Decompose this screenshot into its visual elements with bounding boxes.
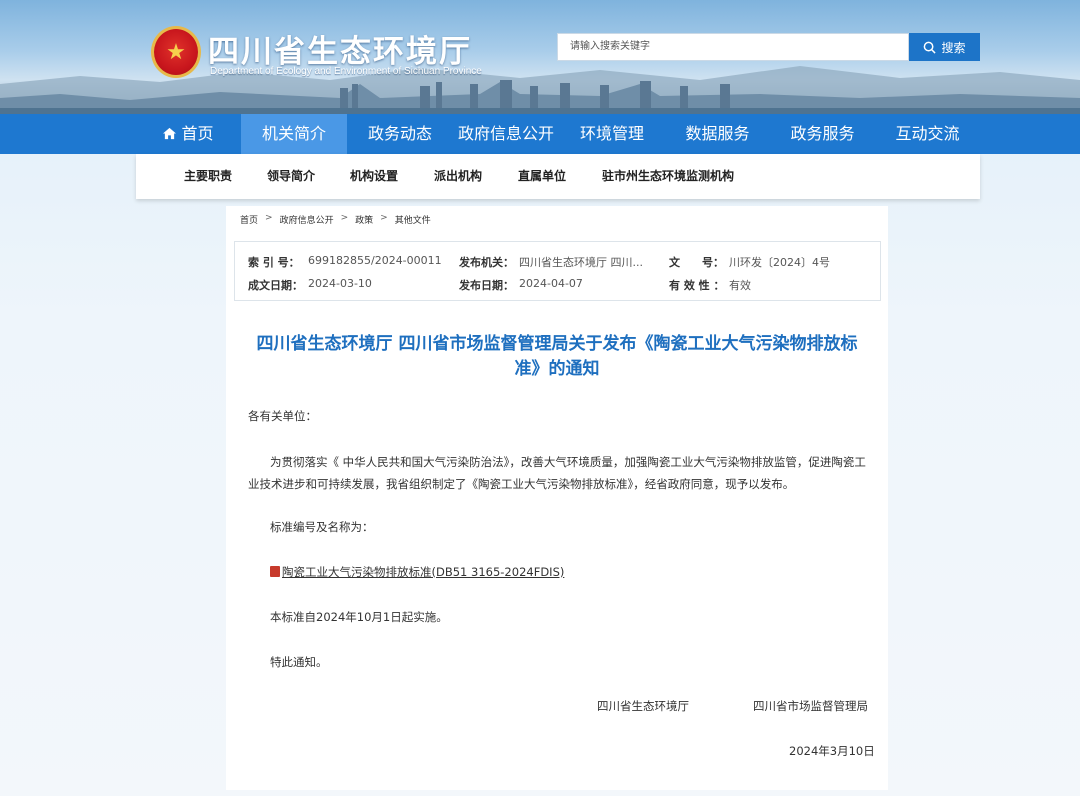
index-no-label: 索 引 号： [248, 256, 300, 269]
pdf-file-icon [270, 566, 280, 577]
validity-label: 有 效 性 ： [669, 279, 725, 292]
standard-intro: 标准编号及名称为： [270, 520, 374, 534]
search-button-label: 搜索 [941, 40, 966, 55]
nav-item-home[interactable]: 首页 [135, 114, 241, 154]
breadcrumb: 首页 > 政府信息公开 > 政策 > 其他文件 [240, 213, 431, 226]
nav-item-about[interactable]: 机关简介 [241, 114, 347, 154]
created-date-value: 2024-03-10 [308, 277, 372, 290]
breadcrumb-separator: > [380, 213, 388, 223]
document-date: 2024年3月10日 [789, 744, 875, 758]
subnav-item-leaders[interactable]: 领导简介 [267, 154, 315, 199]
salutation: 各有关单位： [248, 409, 317, 423]
nav-item-label: 首页 [181, 124, 214, 143]
breadcrumb-home[interactable]: 首页 [240, 213, 258, 226]
main-nav: 首页 机关简介 政务动态 政府信息公开 环境管理 数据服务 政务服务 互动交流 [0, 114, 1080, 154]
nav-item-news[interactable]: 政务动态 [347, 114, 453, 154]
nav-item-interaction[interactable]: 互动交流 [875, 114, 980, 154]
national-emblem-icon: ★ [151, 26, 201, 78]
breadcrumb-separator: > [340, 213, 349, 223]
sub-nav: 主要职责 领导简介 机构设置 派出机构 直属单位 驻市州生态环境监测机构 [136, 154, 980, 199]
publisher-value: 四川省生态环境厅 四川... [519, 256, 643, 269]
breadcrumb-separator: > [265, 213, 273, 223]
subnav-item-monitoring[interactable]: 驻市州生态环境监测机构 [602, 154, 734, 199]
nav-item-info-disclosure[interactable]: 政府信息公开 [453, 114, 559, 154]
index-no-value: 699182855/2024-00011 [308, 254, 442, 267]
document-title: 四川省生态环境厅 四川省市场监督管理局关于发布《陶瓷工业大气污染物排放标准》的通… [256, 334, 858, 379]
subnav-item-duties[interactable]: 主要职责 [184, 154, 232, 199]
document-metadata: 索 引 号： 699182855/2024-00011 发布机关： 四川省生态环… [234, 241, 881, 301]
nav-item-data-services[interactable]: 数据服务 [665, 114, 770, 154]
search-input[interactable]: 请输入搜索关键字 [557, 33, 909, 61]
body-line-2: 业技术进步和可持续发展，我省组织制定了《陶瓷工业大气污染物排放标准》，经省政府同… [248, 477, 795, 491]
published-date-label: 发布日期： [459, 279, 514, 292]
nav-item-gov-services[interactable]: 政务服务 [770, 114, 875, 154]
breadcrumb-policy[interactable]: 政策 [355, 213, 373, 226]
nav-item-env-management[interactable]: 环境管理 [559, 114, 665, 154]
published-date-value: 2024-04-07 [519, 277, 583, 290]
effective-date-text: 本标准自2024年10月1日起实施。 [270, 610, 448, 624]
validity-value: 有效 [729, 279, 751, 292]
subnav-item-affiliated[interactable]: 直属单位 [518, 154, 566, 199]
signer-ecology-dept: 四川省生态环境厅 [597, 699, 689, 713]
site-subtitle: Department of Ecology and Environment of… [210, 66, 482, 77]
publisher-label: 发布机关： [459, 256, 514, 269]
breadcrumb-info-disclosure[interactable]: 政府信息公开 [280, 213, 334, 226]
attachment-label: 陶瓷工业大气污染物排放标准(DB51 3165-2024FDIS) [282, 565, 565, 579]
search-button[interactable]: 搜索 [909, 33, 980, 61]
subnav-item-organization[interactable]: 机构设置 [350, 154, 398, 199]
subnav-item-dispatched[interactable]: 派出机构 [434, 154, 482, 199]
attachment-link[interactable]: 陶瓷工业大气污染物排放标准(DB51 3165-2024FDIS) [270, 559, 564, 585]
header-banner: ★ 四川省生态环境厅 Department of Ecology and Env… [0, 0, 1080, 114]
site-title: 四川省生态环境厅 [208, 34, 472, 70]
search-icon [924, 41, 937, 54]
doc-number-label: 文 号： [669, 256, 724, 269]
closing-text: 特此通知。 [270, 655, 328, 669]
home-icon [163, 127, 177, 140]
created-date-label: 成文日期： [248, 279, 303, 292]
breadcrumb-other-files[interactable]: 其他文件 [395, 213, 431, 226]
signer-market-regulation: 四川省市场监督管理局 [753, 699, 868, 713]
doc-number-value: 川环发〔2024〕4号 [729, 256, 830, 269]
